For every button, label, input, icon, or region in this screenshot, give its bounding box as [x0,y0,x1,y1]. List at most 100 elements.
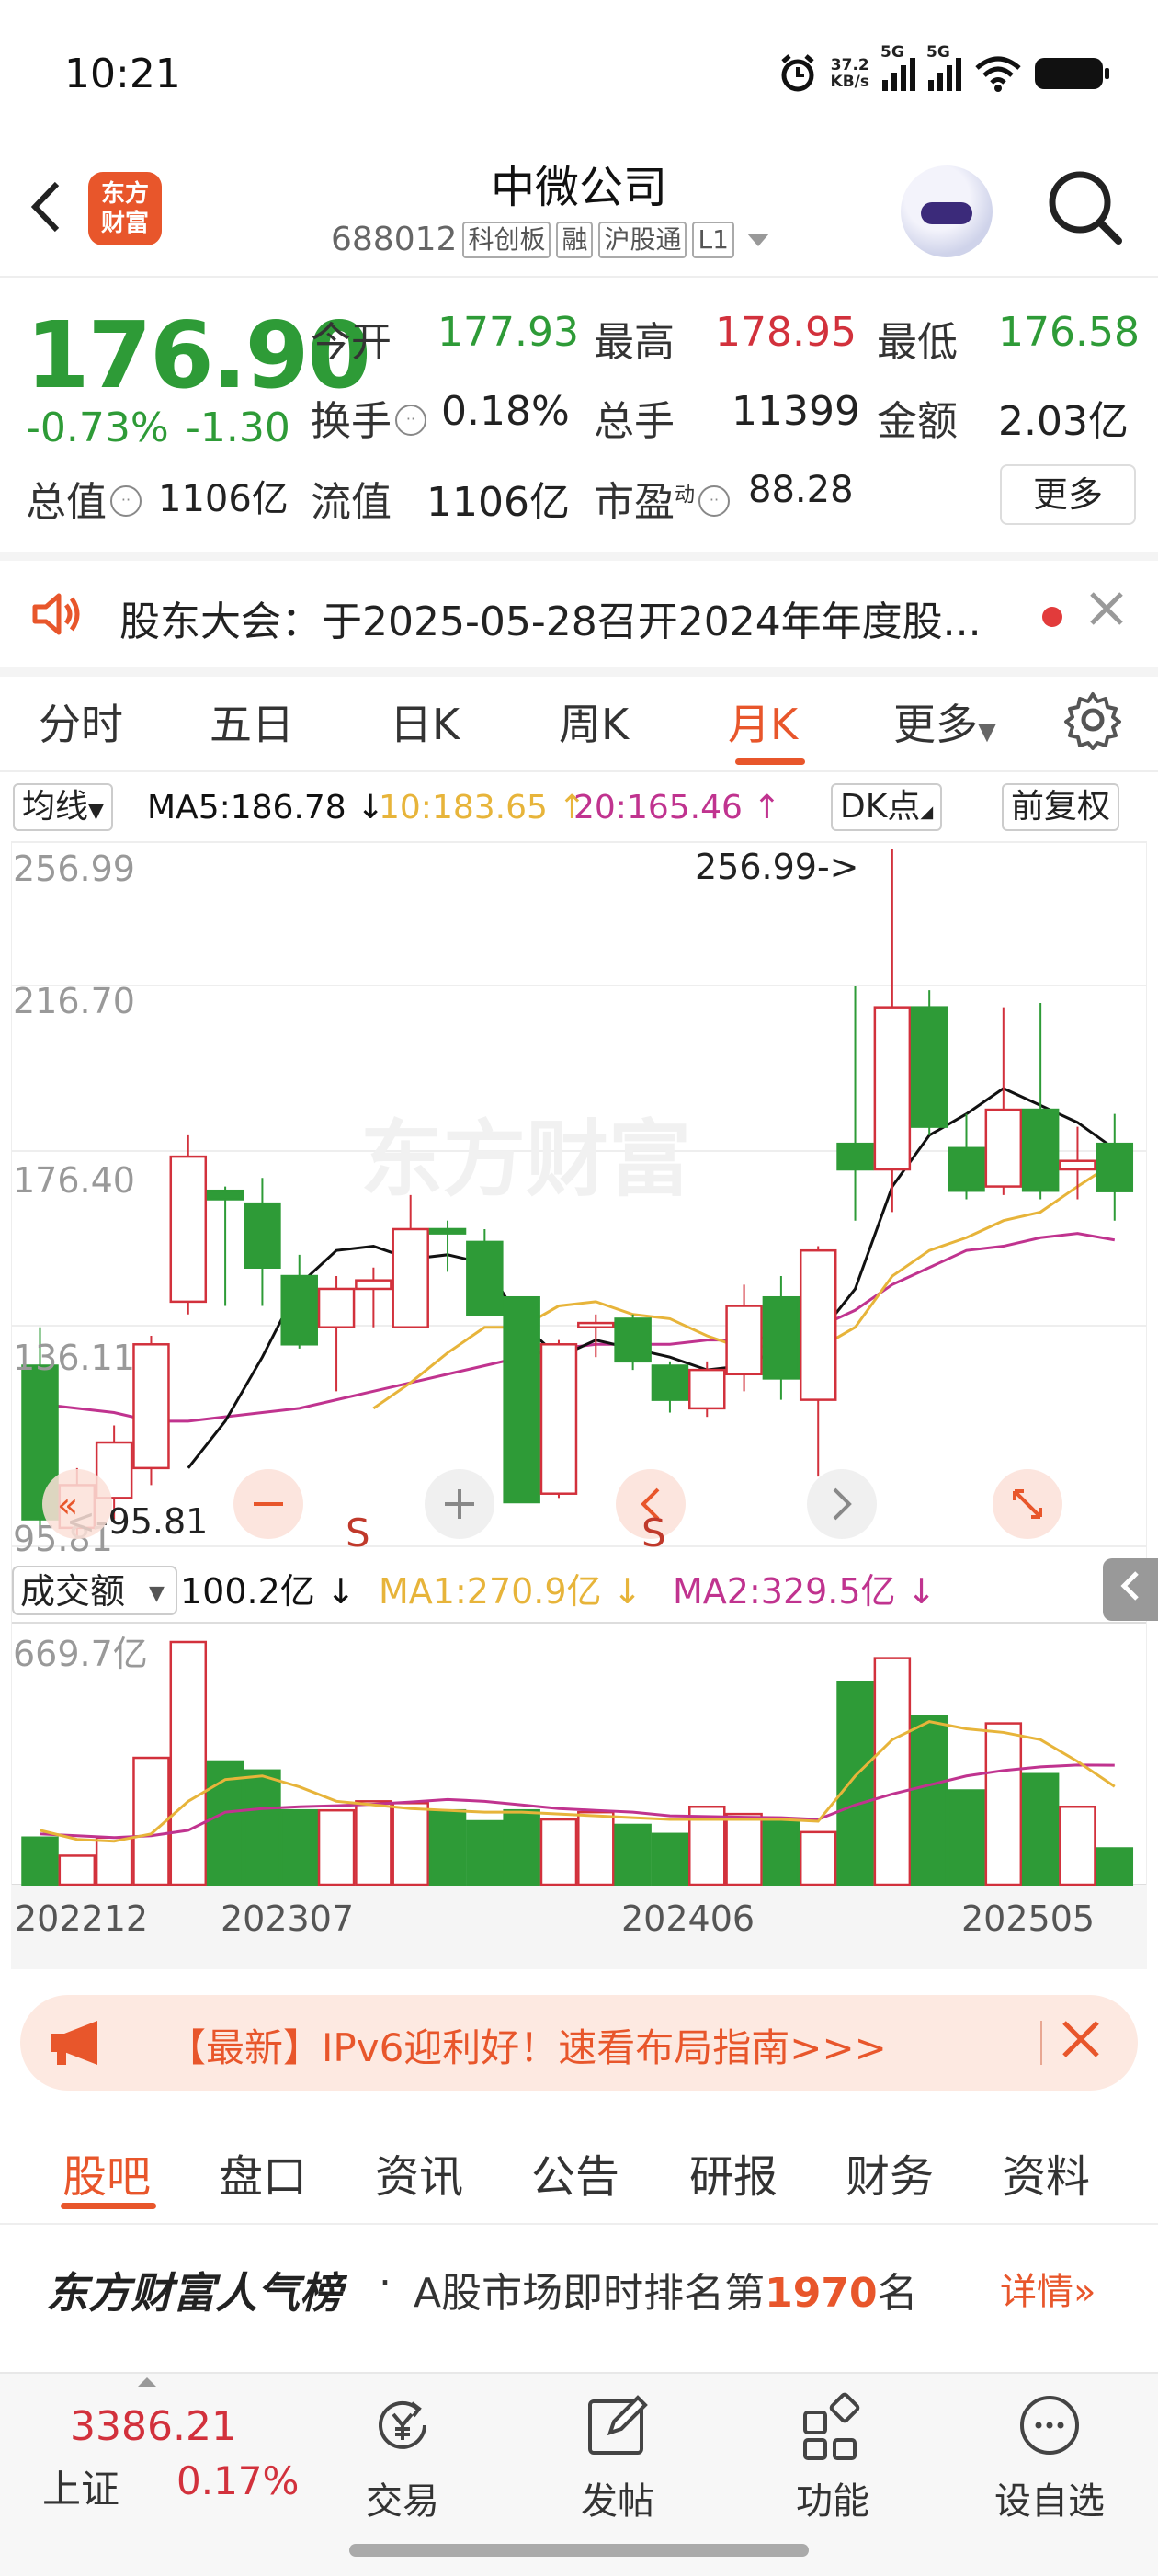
ma-selector-label: 均线 [22,788,89,826]
popularity-text: A股市场即时排名第1970名 [414,2260,918,2319]
tab-daily-k[interactable]: 日K [390,691,460,752]
promo-divider [1040,2021,1042,2065]
min-price-marker-value: 95.81 [108,1501,209,1542]
period-tabs: 分时 五日 日K 周K 月K 更多▼ [0,669,1158,772]
pe-sup: 动 [675,484,696,507]
kline-chart[interactable]: 东方财富 256.99 216.70 176.40 136.11 95.81 2… [11,838,1147,1969]
edit-icon [588,2395,648,2455]
double-left-icon: « [57,1485,78,1525]
notice-close-button[interactable] [1086,587,1127,640]
zoom-out-button[interactable] [233,1469,303,1539]
turnover-label-text: 换手 [311,398,392,445]
ma-indicator-bar: 均线▼ MA5:186.78 ↓ 10:183.65 ↑ 20:165.46 ↑… [0,780,1158,833]
popularity-rank: 1970 [765,2270,878,2317]
volume-bar [244,1769,281,1886]
tab-weekly-k[interactable]: 周K [559,691,629,752]
next-button[interactable] [807,1469,877,1539]
unread-dot [1042,607,1062,627]
candle-body [1059,1159,1096,1171]
net-speed: 37.2 KB/s [831,57,869,90]
index-value[interactable]: 3386.21 [70,2403,237,2450]
promo-banner[interactable]: 【最新】IPv6迎利好！速看布局指南>>> [20,1995,1138,2091]
nav-trade[interactable]: 交易 [338,2388,467,2525]
promo-text: 【最新】IPv6迎利好！速看布局指南>>> [167,2025,887,2070]
double-chevron-right-icon: » [1073,2271,1096,2313]
bottom-nav: 3386.21 上证 0.17% 交易 发帖 功能 设自选 [0,2372,1158,2576]
popularity-brand: 东方财富人气榜 [46,2268,342,2318]
volume-selector-label: 成交额 [20,1571,125,1612]
tab-news[interactable]: 资讯 [375,2140,463,2205]
more-button[interactable]: 更多 [1000,464,1136,525]
adjust-button[interactable]: 前复权 [1002,783,1120,831]
open-label: 今开 [311,319,392,366]
search-icon [1049,171,1122,245]
index-name: 上证 [42,2467,120,2512]
popularity-text-after: 名 [877,2270,918,2317]
rewind-button[interactable]: « [42,1469,112,1539]
nav-functions[interactable]: 功能 [768,2388,897,2525]
volume-label: 总手 [594,398,675,445]
tab-announcements[interactable]: 公告 [531,2140,619,2205]
stock-tags[interactable]: 688012 科创板 融 沪股通 L1 [331,221,769,258]
candle-body [651,1364,689,1401]
popularity-detail-link[interactable]: 详情» [1000,2262,1096,2315]
net-speed-unit: KB/s [830,73,869,91]
caret-up-icon [138,2377,156,2387]
assistant-robot-avatar[interactable] [901,165,993,257]
popularity-row[interactable]: 东方财富人气榜 · A股市场即时排名第1970名 详情» [0,2225,1158,2354]
grid-icon [803,2392,860,2460]
search-button[interactable] [1043,165,1126,248]
nav-post[interactable]: 发帖 [553,2388,682,2525]
active-tab-underline [735,758,805,765]
chevron-down-icon: ▼ [978,718,996,746]
volume-bar [280,1808,318,1886]
notice-bar[interactable]: 股东大会：于2025-05-28召开2024年年度股... [0,552,1158,677]
volume-bar [21,1836,59,1886]
candle-body [873,1006,912,1171]
mcap-value: 1106亿 [158,478,289,520]
status-icons: 37.2 KB/s 5G 5G [778,43,1109,97]
pe-label[interactable]: 市盈动 ·· [594,469,733,528]
candle-body [725,1305,763,1376]
collapse-panel-button[interactable] [1103,1558,1158,1621]
nav-add-watchlist[interactable]: 设自选 [985,2388,1114,2525]
volume-value: 11399 [732,388,860,435]
alarm-icon [780,54,814,92]
volume-bar [873,1657,912,1886]
ma10-value: 10:183.65 ↑ [379,789,586,826]
volume-bar [948,1789,985,1886]
tab-monthly-k[interactable]: 月K [728,691,798,752]
yen-refresh-icon [379,2400,426,2449]
candle-body [355,1279,392,1291]
candle-body [503,1295,540,1504]
volume-axis-label: 669.7亿 [13,1634,148,1674]
tab-research[interactable]: 研报 [689,2140,778,2205]
fullscreen-button[interactable] [993,1469,1062,1539]
index-change: 0.17% [176,2458,300,2503]
zoom-in-button[interactable] [425,1469,494,1539]
low-label: 最低 [877,319,958,366]
mcap-label[interactable]: 总值 ·· [26,469,145,528]
pe-label-text: 市盈 [594,479,675,526]
tab-five-day[interactable]: 五日 [210,691,294,752]
megaphone-icon [51,2021,97,2065]
popularity-text-before: A股市场即时排名第 [414,2270,766,2317]
tag-level: L1 [692,221,734,258]
dk-point-button[interactable]: DK点◢ [831,783,943,831]
tab-order-book[interactable]: 盘口 [219,2140,307,2205]
net-type-2: 5G [926,43,950,62]
tab-profile[interactable]: 资料 [1002,2140,1090,2205]
tab-more-label: 更多 [893,700,978,749]
high-label: 最高 [594,319,675,366]
tab-forum[interactable]: 股吧 [62,2140,151,2205]
tab-intraday[interactable]: 分时 [39,691,123,752]
promo-close-button[interactable] [1059,2012,1103,2080]
tab-financials[interactable]: 财务 [846,2140,934,2205]
tag-board: 科创板 [462,221,551,258]
volume-bar [355,1800,392,1886]
ma-selector[interactable]: 均线▼ [13,783,113,831]
quote-panel: 176.90 -0.73% -1.30 今开 177.93 最高 178.95 … [0,276,1158,542]
tab-more[interactable]: 更多▼ [893,691,996,752]
turnover-label[interactable]: 换手 ·· [311,388,430,447]
settings-gear-icon[interactable] [1062,690,1123,750]
